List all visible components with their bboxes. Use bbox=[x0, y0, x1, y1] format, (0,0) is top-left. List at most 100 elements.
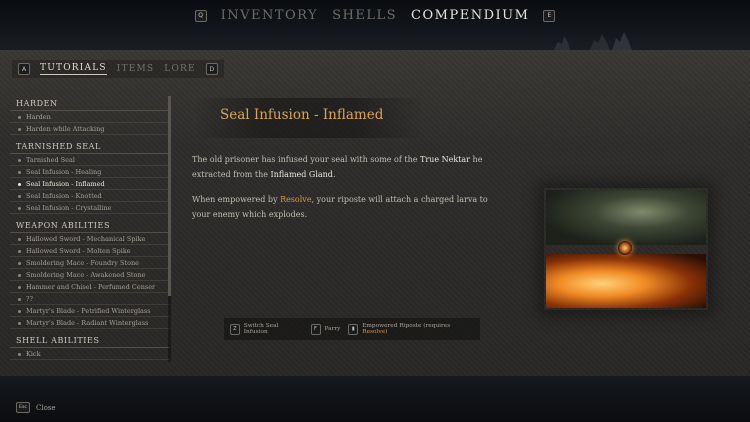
tab-compendium[interactable]: COMPENDIUM bbox=[411, 8, 529, 23]
bullet-icon bbox=[18, 183, 21, 186]
bullet-icon bbox=[18, 207, 21, 210]
description-paragraph-1: The old prisoner has infused your seal w… bbox=[192, 152, 502, 182]
tutorial-list-item[interactable]: Smoldering Mace - Awakened Stone bbox=[10, 269, 170, 281]
bullet-icon bbox=[18, 128, 21, 131]
mouse-button-icon: ▮ bbox=[348, 323, 359, 335]
top-bar: Q INVENTORY SHELLS COMPENDIUM E bbox=[0, 0, 750, 50]
subtab-tutorials[interactable]: TUTORIALS bbox=[40, 63, 107, 75]
hint-label: Switch Seal Infusion bbox=[243, 323, 279, 335]
list-scrollbar[interactable] bbox=[168, 96, 171, 362]
compendium-panel: A TUTORIALS ITEMS LORE D HARDEN Harden Har… bbox=[0, 50, 750, 376]
list-item-label: Seal Infusion - Inflamed bbox=[26, 180, 105, 188]
tutorial-list-item[interactable]: Martyr's Blade - Radiant Winterglass bbox=[10, 317, 170, 329]
list-item-label: Martyr's Blade - Petrified Winterglass bbox=[26, 307, 151, 315]
keyword-resolve: Resolve bbox=[362, 329, 386, 335]
bullet-icon bbox=[18, 116, 21, 119]
list-item-label: Hammer and Chisel - Perfumed Censer bbox=[26, 283, 156, 291]
tab-shells[interactable]: SHELLS bbox=[332, 8, 397, 23]
prev-subtab-key[interactable]: A bbox=[18, 63, 30, 75]
hint-parry: F Parry bbox=[310, 323, 341, 335]
prev-tab-key[interactable]: Q bbox=[194, 9, 207, 22]
bullet-icon bbox=[18, 171, 21, 174]
tab-inventory[interactable]: INVENTORY bbox=[221, 8, 319, 23]
subtab-lore[interactable]: LORE bbox=[164, 64, 196, 74]
tutorial-image-bottom bbox=[546, 254, 706, 308]
text-segment: When empowered by bbox=[192, 195, 281, 204]
bullet-icon bbox=[18, 195, 21, 198]
text-segment: The old prisoner has infused your seal w… bbox=[192, 155, 421, 164]
list-item-label: Tarnished Seal bbox=[26, 156, 75, 164]
tutorial-list-item[interactable]: Smoldering Mace - Foundry Stone bbox=[10, 257, 170, 269]
category-header: HARDEN bbox=[10, 96, 170, 111]
text-segment: . bbox=[332, 170, 336, 179]
z-key-icon: Z bbox=[230, 323, 240, 335]
f-key-icon: F bbox=[310, 323, 321, 335]
tutorial-image-top bbox=[546, 190, 706, 245]
list-item-label: ?? bbox=[26, 295, 33, 303]
background-silhouette bbox=[554, 32, 632, 50]
category-header: TARNISHED SEAL bbox=[10, 139, 170, 154]
hint-empowered-riposte: ▮ Empowered Riposte (requires Resolve) bbox=[348, 323, 474, 335]
close-label: Close bbox=[36, 403, 56, 412]
category-header: SHELL ABILITIES bbox=[10, 333, 170, 348]
next-subtab-key[interactable]: D bbox=[205, 63, 218, 75]
bullet-icon bbox=[18, 286, 21, 289]
subtab-items[interactable]: ITEMS bbox=[117, 64, 155, 74]
list-item-label: Hallowed Sword - Molten Spike bbox=[26, 247, 131, 255]
list-item-label: Kick bbox=[26, 350, 41, 358]
list-item-label: Seal Infusion - Crystalline bbox=[26, 204, 112, 212]
list-item-label: Hallowed Sword - Mechanical Spike bbox=[26, 235, 146, 243]
scrollbar-thumb[interactable] bbox=[168, 96, 171, 296]
list-item-label: Harden while Attacking bbox=[26, 125, 105, 133]
tutorial-list-item[interactable]: Tarnished Seal bbox=[10, 154, 170, 166]
hint-label: Parry bbox=[324, 326, 341, 332]
list-item-label: Seal Infusion - Healing bbox=[26, 168, 102, 176]
tutorial-list-item[interactable]: Seal Infusion - Healing bbox=[10, 166, 170, 178]
bullet-icon bbox=[18, 322, 21, 325]
bullet-icon bbox=[18, 353, 21, 356]
bullet-icon bbox=[18, 310, 21, 313]
list-item-label: Smoldering Mace - Awakened Stone bbox=[26, 271, 146, 279]
tutorial-list-item[interactable]: Seal Infusion - Crystalline bbox=[10, 202, 170, 214]
tutorial-list-item[interactable]: Hallowed Sword - Molten Spike bbox=[10, 245, 170, 257]
bottom-bar: Esc Close bbox=[0, 376, 750, 422]
tutorial-images bbox=[544, 188, 708, 310]
list-item-label: Seal Infusion - Knotted bbox=[26, 192, 102, 200]
list-item-label: Harden bbox=[26, 113, 51, 121]
list-item-label: Martyr's Blade - Radiant Winterglass bbox=[26, 319, 149, 327]
tutorial-list-item[interactable]: ?? bbox=[10, 293, 170, 305]
bullet-icon bbox=[18, 274, 21, 277]
description-paragraph-2: When empowered by Resolve, your riposte … bbox=[192, 192, 502, 222]
esc-key-icon: Esc bbox=[16, 402, 30, 413]
control-hints: Z Switch Seal Infusion F Parry ▮ Empower… bbox=[224, 318, 480, 340]
close-button[interactable]: Esc Close bbox=[16, 402, 56, 413]
sub-tabs: A TUTORIALS ITEMS LORE D bbox=[12, 60, 224, 78]
bullet-icon bbox=[18, 298, 21, 301]
bullet-icon bbox=[18, 262, 21, 265]
bullet-icon bbox=[18, 159, 21, 162]
tutorial-description: The old prisoner has infused your seal w… bbox=[192, 152, 502, 222]
tutorial-list-item[interactable]: Hallowed Sword - Mechanical Spike bbox=[10, 233, 170, 245]
tutorial-title: Seal Infusion - Inflamed bbox=[220, 107, 384, 123]
keyword-inflamed-gland: Inflamed Gland bbox=[270, 170, 333, 179]
text-segment: ) bbox=[385, 329, 388, 335]
hint-label: Empowered Riposte (requires Resolve) bbox=[362, 323, 474, 335]
category-header: WEAPON ABILITIES bbox=[10, 218, 170, 233]
tutorial-list-item[interactable]: Kick bbox=[10, 348, 170, 360]
tutorial-list-item[interactable]: Seal Infusion - Inflamed bbox=[10, 178, 170, 190]
tutorial-list-item[interactable]: Seal Infusion - Knotted bbox=[10, 190, 170, 202]
next-tab-key[interactable]: E bbox=[543, 9, 556, 22]
hint-switch-seal: Z Switch Seal Infusion bbox=[230, 323, 303, 335]
tutorial-list-item[interactable]: Harden while Attacking bbox=[10, 123, 170, 135]
tutorial-list: HARDEN Harden Harden while Attacking TARNIS… bbox=[10, 96, 170, 362]
bullet-icon bbox=[18, 250, 21, 253]
tutorial-list-item[interactable]: Hammer and Chisel - Perfumed Censer bbox=[10, 281, 170, 293]
seal-rune-icon bbox=[618, 241, 632, 255]
tutorial-list-item[interactable]: Martyr's Blade - Petrified Winterglass bbox=[10, 305, 170, 317]
top-tabs: Q INVENTORY SHELLS COMPENDIUM E bbox=[0, 8, 750, 23]
tutorial-list-item[interactable]: Harden bbox=[10, 111, 170, 123]
list-item-label: Smoldering Mace - Foundry Stone bbox=[26, 259, 140, 267]
keyword-resolve: Resolve bbox=[280, 195, 312, 204]
keyword-true-nektar: True Nektar bbox=[420, 155, 470, 164]
bullet-icon bbox=[18, 238, 21, 241]
